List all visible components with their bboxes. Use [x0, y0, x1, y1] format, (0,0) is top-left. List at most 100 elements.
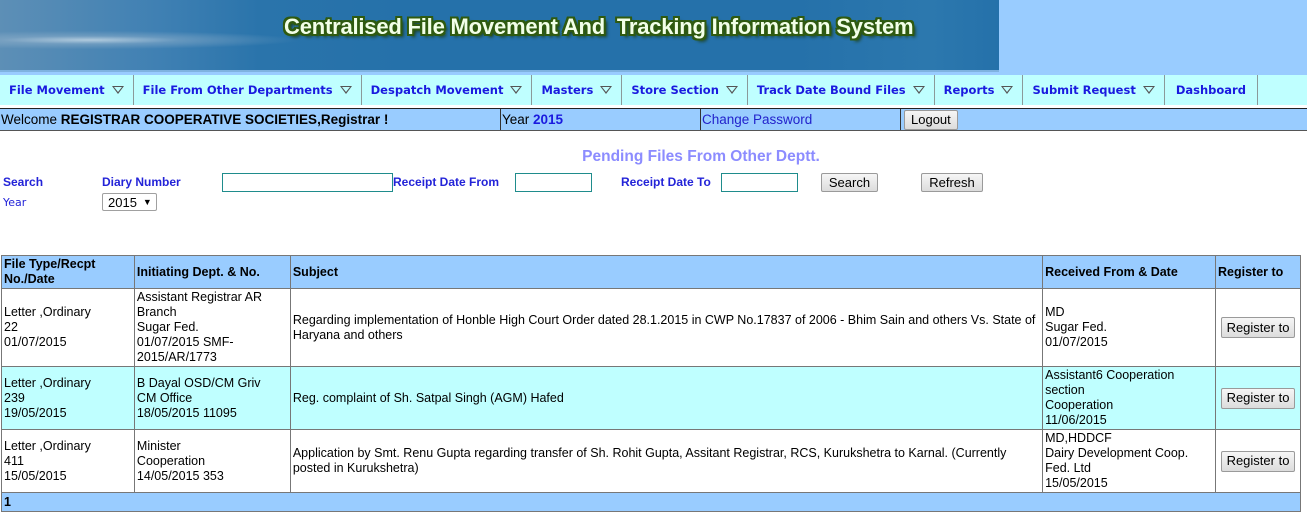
received-from-cell: Assistant6 Cooperation section Cooperati…	[1042, 366, 1216, 430]
menu-label: Submit Request	[1032, 83, 1136, 97]
menu-dashboard[interactable]: Dashboard	[1165, 75, 1258, 105]
initiating-dept-cell: B Dayal OSD/CM Griv CM Office 18/05/2015…	[133, 366, 291, 430]
register-cell: Register to	[1215, 366, 1301, 430]
year-label: Year	[3, 196, 27, 209]
user-name: REGISTRAR COOPERATIVE SOCIETIES,Registra…	[60, 112, 389, 127]
reference-number: 14/05/2015 353	[136, 468, 224, 483]
pending-files-table: File Type/Recpt No./Date Initiating Dept…	[1, 255, 1301, 512]
logout-button[interactable]: Logout	[904, 109, 958, 130]
menu-file-from-other-departments[interactable]: File From Other Departments	[134, 75, 362, 105]
col-header-file-type: File Type/Recpt No./Date	[1, 255, 135, 289]
received-date: 01/07/2015	[1045, 335, 1108, 349]
chevron-down-icon	[1142, 86, 1155, 94]
received-date: 11/06/2015	[1045, 413, 1107, 427]
department: CM Office	[136, 390, 193, 405]
menu-submit-request[interactable]: Submit Request	[1023, 75, 1165, 105]
received-from-cell: MD Sugar Fed. 01/07/2015	[1042, 288, 1216, 367]
register-cell: Register to	[1215, 288, 1301, 367]
receipt-date-from-input[interactable]	[515, 173, 592, 192]
pager-row: 1	[1, 492, 1301, 512]
receipt-number: 411	[4, 453, 24, 468]
subject-cell: Regarding implementation of Honble High …	[289, 288, 1044, 367]
table-row: Letter ,Ordinary 239 19/05/2015 B Dayal …	[1, 366, 1301, 430]
received-from-cell: MD,HDDCF Dairy Development Coop. Fed. Lt…	[1042, 429, 1216, 493]
welcome-prefix: Welcome	[1, 112, 61, 127]
file-type: Letter ,Ordinary	[4, 375, 91, 390]
chevron-down-icon	[600, 86, 613, 94]
receipt-number: 239	[4, 390, 25, 405]
menu-label: Store Section	[631, 83, 719, 97]
department: Cooperation	[136, 453, 206, 468]
dropdown-arrow-icon: ▼	[142, 197, 152, 207]
table-header-row: File Type/Recpt No./Date Initiating Dept…	[1, 255, 1301, 289]
received-from: Assistant6 Cooperation section	[1045, 368, 1175, 397]
chevron-down-icon	[725, 86, 738, 94]
received-from: MD	[1045, 305, 1065, 319]
receipt-date-from-label: Receipt Date From	[393, 175, 500, 189]
register-cell: Register to	[1215, 429, 1301, 493]
col-header-register-to: Register to	[1215, 255, 1301, 289]
file-type-cell: Letter ,Ordinary 411 15/05/2015	[1, 429, 135, 493]
menu-label: Track Date Bound Files	[756, 83, 906, 97]
logout-cell: Logout	[901, 109, 958, 130]
received-department: Dairy Development Coop. Fed. Ltd	[1045, 446, 1189, 475]
reference-number: 01/07/2015 SMF-2015/AR/1773	[136, 335, 234, 364]
col-header-subject: Subject	[289, 255, 1044, 289]
menu-track-date-bound-files[interactable]: Track Date Bound Files	[748, 75, 935, 105]
receipt-date: 19/05/2015	[4, 405, 67, 420]
subject-cell: Reg. complaint of Sh. Satpal Singh (AGM)…	[289, 366, 1044, 430]
chevron-down-icon	[111, 86, 124, 94]
initiating-dept-cell: Assistant Registrar AR Branch Sugar Fed.…	[133, 288, 291, 367]
chevron-down-icon	[339, 86, 352, 94]
register-to-button[interactable]: Register to	[1220, 387, 1296, 409]
menu-label: Masters	[541, 83, 594, 97]
col-header-received-from: Received From & Date	[1042, 255, 1216, 289]
year-select[interactable]: 2015 ▼	[102, 193, 157, 211]
register-to-button[interactable]: Register to	[1220, 317, 1296, 338]
year-select-value: 2015	[108, 194, 137, 210]
register-to-button[interactable]: Register to	[1220, 450, 1296, 472]
year-label: Year	[502, 112, 534, 127]
menu-label: Despatch Movement	[370, 83, 504, 97]
menu-store-section[interactable]: Store Section	[622, 75, 748, 105]
diary-number-label: Diary Number	[102, 175, 181, 189]
reference-number: 18/05/2015 11095	[136, 405, 237, 420]
diary-number-input[interactable]	[222, 173, 393, 192]
initiator: Assistant Registrar AR Branch	[136, 290, 262, 319]
file-type-cell: Letter ,Ordinary 239 19/05/2015	[1, 366, 135, 430]
menu-file-movement[interactable]: File Movement	[0, 75, 134, 105]
chevron-down-icon	[912, 86, 925, 94]
receipt-date: 15/05/2015	[4, 468, 67, 483]
file-type: Letter ,Ordinary	[4, 305, 91, 319]
banner-image: Centralised File Movement And Tracking I…	[0, 0, 999, 72]
chevron-down-icon	[1001, 86, 1014, 94]
menu-label: Dashboard	[1175, 83, 1246, 97]
search-label: Search	[3, 175, 44, 189]
menu-despatch-movement[interactable]: Despatch Movement	[362, 75, 533, 105]
table-row: Letter ,Ordinary 411 15/05/2015 Minister…	[1, 429, 1301, 493]
file-type-cell: Letter ,Ordinary 22 01/07/2015	[1, 288, 135, 367]
col-header-initiating-dept: Initiating Dept. & No.	[133, 255, 291, 289]
pager-cell: 1	[1, 492, 1301, 512]
menu-label: Reports	[943, 83, 995, 97]
page-link-1[interactable]: 1	[4, 495, 11, 509]
table-row: Letter ,Ordinary 22 01/07/2015 Assistant…	[1, 288, 1301, 367]
menu-label: File Movement	[9, 83, 105, 97]
receipt-date-to-input[interactable]	[721, 173, 798, 192]
search-button[interactable]: Search	[821, 173, 878, 192]
welcome-message: Welcome REGISTRAR COOPERATIVE SOCIETIES,…	[0, 109, 501, 130]
current-year: Year 2015	[501, 109, 701, 130]
menu-reports[interactable]: Reports	[935, 75, 1024, 105]
refresh-button[interactable]: Refresh	[921, 173, 983, 192]
received-department: Cooperation	[1045, 398, 1114, 412]
main-menu: File Movement File From Other Department…	[0, 72, 1307, 108]
menu-label: File From Other Departments	[142, 83, 333, 97]
header-banner: Centralised File Movement And Tracking I…	[0, 0, 1307, 72]
received-department: Sugar Fed.	[1045, 320, 1107, 334]
app-title: Centralised File Movement And Tracking I…	[284, 14, 914, 39]
menu-masters[interactable]: Masters	[532, 75, 623, 105]
welcome-bar: Welcome REGISTRAR COOPERATIVE SOCIETIES,…	[0, 108, 1307, 131]
change-password-link[interactable]: Change Password	[701, 109, 901, 130]
receipt-number: 22	[4, 320, 18, 334]
received-from: MD,HDDCF	[1045, 431, 1112, 445]
